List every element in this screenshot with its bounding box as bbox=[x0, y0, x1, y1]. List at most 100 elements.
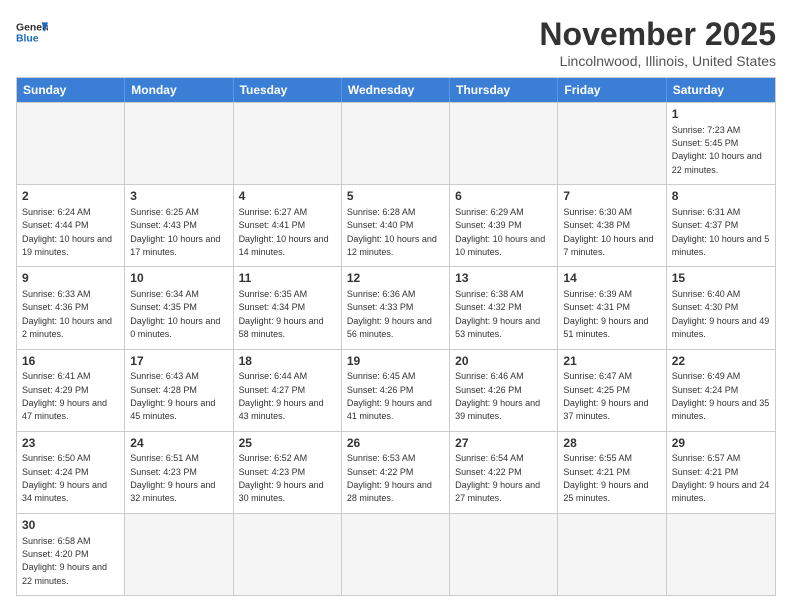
sun-info: Sunrise: 6:49 AM Sunset: 4:24 PM Dayligh… bbox=[672, 371, 770, 421]
calendar-cell: 2 Sunrise: 6:24 AM Sunset: 4:44 PM Daylig… bbox=[17, 185, 125, 266]
day-number: 15 bbox=[672, 270, 770, 287]
sun-info: Sunrise: 6:57 AM Sunset: 4:21 PM Dayligh… bbox=[672, 453, 770, 503]
header-day-thursday: Thursday bbox=[450, 78, 558, 102]
title-block: November 2025 Lincolnwood, Illinois, Uni… bbox=[539, 16, 776, 69]
calendar-cell bbox=[125, 514, 233, 595]
header-day-sunday: Sunday bbox=[17, 78, 125, 102]
calendar-cell: 30 Sunrise: 6:58 AM Sunset: 4:20 PM Dayli… bbox=[17, 514, 125, 595]
calendar-cell bbox=[125, 103, 233, 184]
day-number: 22 bbox=[672, 353, 770, 370]
calendar-cell bbox=[342, 103, 450, 184]
day-number: 11 bbox=[239, 270, 336, 287]
calendar-cell: 19Sunrise: 6:45 AM Sunset: 4:26 PM Dayli… bbox=[342, 350, 450, 431]
sun-info: Sunrise: 6:36 AM Sunset: 4:33 PM Dayligh… bbox=[347, 289, 432, 339]
calendar-row-0: 1Sunrise: 7:23 AM Sunset: 5:45 PM Daylig… bbox=[17, 102, 775, 184]
calendar-cell bbox=[450, 514, 558, 595]
calendar-cell: 8Sunrise: 6:31 AM Sunset: 4:37 PM Daylig… bbox=[667, 185, 775, 266]
header-day-wednesday: Wednesday bbox=[342, 78, 450, 102]
sun-info: Sunrise: 6:43 AM Sunset: 4:28 PM Dayligh… bbox=[130, 371, 215, 421]
logo-icon: General Blue bbox=[16, 16, 48, 48]
header-day-saturday: Saturday bbox=[667, 78, 775, 102]
sun-info: Sunrise: 6:24 AM Sunset: 4:44 PM Dayligh… bbox=[22, 207, 112, 257]
sun-info: Sunrise: 6:55 AM Sunset: 4:21 PM Dayligh… bbox=[563, 453, 648, 503]
day-number: 5 bbox=[347, 188, 444, 205]
calendar-cell: 6 Sunrise: 6:29 AM Sunset: 4:39 PM Daylig… bbox=[450, 185, 558, 266]
day-number: 27 bbox=[455, 435, 552, 452]
calendar-cell: 12 Sunrise: 6:36 AM Sunset: 4:33 PM Dayli… bbox=[342, 267, 450, 348]
sun-info: Sunrise: 6:40 AM Sunset: 4:30 PM Dayligh… bbox=[672, 289, 770, 339]
day-number: 19 bbox=[347, 353, 444, 370]
day-number: 30 bbox=[22, 517, 119, 534]
calendar-cell: 24Sunrise: 6:51 AM Sunset: 4:23 PM Dayli… bbox=[125, 432, 233, 513]
day-number: 9 bbox=[22, 270, 119, 287]
day-number: 25 bbox=[239, 435, 336, 452]
calendar-cell: 5 Sunrise: 6:28 AM Sunset: 4:40 PM Daylig… bbox=[342, 185, 450, 266]
day-number: 18 bbox=[239, 353, 336, 370]
sun-info: Sunrise: 6:34 AM Sunset: 4:35 PM Dayligh… bbox=[130, 289, 220, 339]
day-number: 20 bbox=[455, 353, 552, 370]
calendar: SundayMondayTuesdayWednesdayThursdayFrid… bbox=[16, 77, 776, 596]
calendar-body: 1Sunrise: 7:23 AM Sunset: 5:45 PM Daylig… bbox=[17, 102, 775, 595]
month-title: November 2025 bbox=[539, 16, 776, 53]
sun-info: Sunrise: 6:29 AM Sunset: 4:39 PM Dayligh… bbox=[455, 207, 545, 257]
calendar-cell: 27Sunrise: 6:54 AM Sunset: 4:22 PM Dayli… bbox=[450, 432, 558, 513]
calendar-cell: 17Sunrise: 6:43 AM Sunset: 4:28 PM Dayli… bbox=[125, 350, 233, 431]
page: General Blue November 2025 Lincolnwood, … bbox=[0, 0, 792, 612]
calendar-cell: 13Sunrise: 6:38 AM Sunset: 4:32 PM Dayli… bbox=[450, 267, 558, 348]
calendar-cell: 14Sunrise: 6:39 AM Sunset: 4:31 PM Dayli… bbox=[558, 267, 666, 348]
day-number: 24 bbox=[130, 435, 227, 452]
day-number: 3 bbox=[130, 188, 227, 205]
sun-info: Sunrise: 6:31 AM Sunset: 4:37 PM Dayligh… bbox=[672, 207, 770, 257]
day-number: 10 bbox=[130, 270, 227, 287]
calendar-row-3: 16Sunrise: 6:41 AM Sunset: 4:29 PM Dayli… bbox=[17, 349, 775, 431]
sun-info: Sunrise: 6:44 AM Sunset: 4:27 PM Dayligh… bbox=[239, 371, 324, 421]
sun-info: Sunrise: 6:47 AM Sunset: 4:25 PM Dayligh… bbox=[563, 371, 648, 421]
day-number: 28 bbox=[563, 435, 660, 452]
calendar-cell: 29Sunrise: 6:57 AM Sunset: 4:21 PM Dayli… bbox=[667, 432, 775, 513]
day-number: 2 bbox=[22, 188, 119, 205]
calendar-cell: 22Sunrise: 6:49 AM Sunset: 4:24 PM Dayli… bbox=[667, 350, 775, 431]
calendar-cell: 23Sunrise: 6:50 AM Sunset: 4:24 PM Dayli… bbox=[17, 432, 125, 513]
sun-info: Sunrise: 6:45 AM Sunset: 4:26 PM Dayligh… bbox=[347, 371, 432, 421]
sun-info: Sunrise: 6:58 AM Sunset: 4:20 PM Dayligh… bbox=[22, 536, 107, 586]
day-number: 6 bbox=[455, 188, 552, 205]
calendar-cell: 26Sunrise: 6:53 AM Sunset: 4:22 PM Dayli… bbox=[342, 432, 450, 513]
calendar-cell bbox=[342, 514, 450, 595]
day-number: 4 bbox=[239, 188, 336, 205]
sun-info: Sunrise: 6:27 AM Sunset: 4:41 PM Dayligh… bbox=[239, 207, 329, 257]
calendar-cell: 10 Sunrise: 6:34 AM Sunset: 4:35 PM Dayli… bbox=[125, 267, 233, 348]
calendar-row-5: 30 Sunrise: 6:58 AM Sunset: 4:20 PM Dayli… bbox=[17, 513, 775, 595]
calendar-cell bbox=[234, 103, 342, 184]
header-day-monday: Monday bbox=[125, 78, 233, 102]
day-number: 23 bbox=[22, 435, 119, 452]
calendar-cell bbox=[667, 514, 775, 595]
sun-info: Sunrise: 6:33 AM Sunset: 4:36 PM Dayligh… bbox=[22, 289, 112, 339]
sun-info: Sunrise: 6:25 AM Sunset: 4:43 PM Dayligh… bbox=[130, 207, 220, 257]
calendar-cell: 9 Sunrise: 6:33 AM Sunset: 4:36 PM Daylig… bbox=[17, 267, 125, 348]
header: General Blue November 2025 Lincolnwood, … bbox=[16, 16, 776, 69]
sun-info: Sunrise: 6:28 AM Sunset: 4:40 PM Dayligh… bbox=[347, 207, 437, 257]
calendar-cell bbox=[450, 103, 558, 184]
header-day-tuesday: Tuesday bbox=[234, 78, 342, 102]
calendar-cell: 16Sunrise: 6:41 AM Sunset: 4:29 PM Dayli… bbox=[17, 350, 125, 431]
sun-info: Sunrise: 6:41 AM Sunset: 4:29 PM Dayligh… bbox=[22, 371, 107, 421]
day-number: 17 bbox=[130, 353, 227, 370]
day-number: 29 bbox=[672, 435, 770, 452]
calendar-cell bbox=[558, 103, 666, 184]
calendar-cell: 21Sunrise: 6:47 AM Sunset: 4:25 PM Dayli… bbox=[558, 350, 666, 431]
day-number: 16 bbox=[22, 353, 119, 370]
calendar-cell: 4 Sunrise: 6:27 AM Sunset: 4:41 PM Daylig… bbox=[234, 185, 342, 266]
calendar-cell: 25Sunrise: 6:52 AM Sunset: 4:23 PM Dayli… bbox=[234, 432, 342, 513]
calendar-cell: 28Sunrise: 6:55 AM Sunset: 4:21 PM Dayli… bbox=[558, 432, 666, 513]
sun-info: Sunrise: 6:54 AM Sunset: 4:22 PM Dayligh… bbox=[455, 453, 540, 503]
sun-info: Sunrise: 7:23 AM Sunset: 5:45 PM Dayligh… bbox=[672, 125, 762, 175]
calendar-cell: 7Sunrise: 6:30 AM Sunset: 4:38 PM Daylig… bbox=[558, 185, 666, 266]
calendar-row-2: 9 Sunrise: 6:33 AM Sunset: 4:36 PM Daylig… bbox=[17, 266, 775, 348]
calendar-header: SundayMondayTuesdayWednesdayThursdayFrid… bbox=[17, 78, 775, 102]
logo: General Blue bbox=[16, 16, 48, 48]
sun-info: Sunrise: 6:46 AM Sunset: 4:26 PM Dayligh… bbox=[455, 371, 540, 421]
sun-info: Sunrise: 6:39 AM Sunset: 4:31 PM Dayligh… bbox=[563, 289, 648, 339]
calendar-cell: 18Sunrise: 6:44 AM Sunset: 4:27 PM Dayli… bbox=[234, 350, 342, 431]
day-number: 12 bbox=[347, 270, 444, 287]
calendar-cell bbox=[234, 514, 342, 595]
